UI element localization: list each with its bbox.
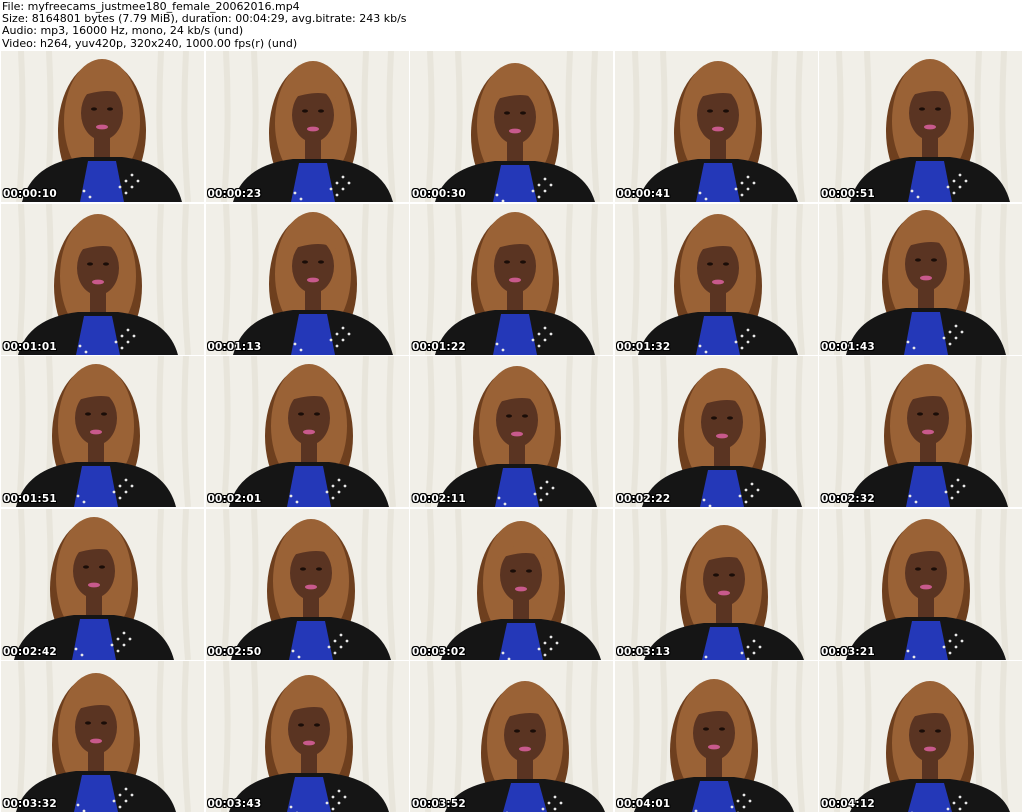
frame-image <box>615 661 818 812</box>
frame-timestamp: 00:02:50 <box>208 647 262 658</box>
frame-image <box>819 51 1022 202</box>
frame-timestamp: 00:01:43 <box>821 342 875 353</box>
frame-timestamp: 00:01:13 <box>208 342 262 353</box>
video-frame-thumbnail: 00:02:01 <box>206 356 409 507</box>
frame-image <box>615 356 818 507</box>
frame-timestamp: 00:01:22 <box>412 342 466 353</box>
frame-image <box>819 509 1022 660</box>
video-frame-thumbnail: 00:01:43 <box>819 204 1022 355</box>
video-frame-thumbnail: 00:00:41 <box>615 51 818 202</box>
frame-image <box>615 51 818 202</box>
file-info-header: File: myfreecams_justmee180_female_20062… <box>0 0 1024 50</box>
frame-image <box>1 509 204 660</box>
video-frame-thumbnail: 00:00:23 <box>206 51 409 202</box>
video-frame-thumbnail: 00:03:13 <box>615 509 818 660</box>
frame-timestamp: 00:03:21 <box>821 647 875 658</box>
frame-image <box>206 661 409 812</box>
frame-image <box>410 204 613 355</box>
frame-image <box>410 356 613 507</box>
video-frame-thumbnail: 00:00:51 <box>819 51 1022 202</box>
video-info-line: Video: h264, yuv420p, 320x240, 1000.00 f… <box>2 38 1024 50</box>
frame-timestamp: 00:02:32 <box>821 494 875 505</box>
video-frame-thumbnail: 00:01:13 <box>206 204 409 355</box>
frame-image <box>819 661 1022 812</box>
frame-image <box>615 509 818 660</box>
frame-image <box>206 509 409 660</box>
video-frame-thumbnail: 00:02:32 <box>819 356 1022 507</box>
frame-timestamp: 00:00:30 <box>412 189 466 200</box>
frame-image <box>206 51 409 202</box>
frame-timestamp: 00:00:23 <box>208 189 262 200</box>
video-frame-thumbnail: 00:03:02 <box>410 509 613 660</box>
frame-timestamp: 00:01:32 <box>617 342 671 353</box>
frame-timestamp: 00:01:51 <box>3 494 57 505</box>
frame-image <box>1 356 204 507</box>
frame-timestamp: 00:03:32 <box>3 799 57 810</box>
frame-timestamp: 00:01:01 <box>3 342 57 353</box>
video-frame-thumbnail: 00:02:42 <box>1 509 204 660</box>
frame-image <box>206 356 409 507</box>
frame-timestamp: 00:02:42 <box>3 647 57 658</box>
frame-image <box>410 509 613 660</box>
thumbnail-grid: 00:00:10 00:00:23 00:00:30 00:00:41 00:00:51… <box>1 51 1023 811</box>
video-frame-thumbnail: 00:00:10 <box>1 51 204 202</box>
frame-image <box>1 661 204 812</box>
frame-timestamp: 00:03:02 <box>412 647 466 658</box>
frame-image <box>206 204 409 355</box>
video-frame-thumbnail: 00:02:22 <box>615 356 818 507</box>
video-frame-thumbnail: 00:04:01 <box>615 661 818 812</box>
frame-timestamp: 00:02:11 <box>412 494 466 505</box>
video-frame-thumbnail: 00:03:43 <box>206 661 409 812</box>
frame-image <box>819 356 1022 507</box>
frame-image <box>819 204 1022 355</box>
video-frame-thumbnail: 00:01:32 <box>615 204 818 355</box>
frame-image <box>1 51 204 202</box>
video-frame-thumbnail: 00:03:52 <box>410 661 613 812</box>
video-frame-thumbnail: 00:02:11 <box>410 356 613 507</box>
frame-image <box>615 204 818 355</box>
frame-image <box>1 204 204 355</box>
video-frame-thumbnail: 00:02:50 <box>206 509 409 660</box>
frame-timestamp: 00:02:01 <box>208 494 262 505</box>
frame-timestamp: 00:02:22 <box>617 494 671 505</box>
frame-image <box>410 51 613 202</box>
frame-timestamp: 00:04:01 <box>617 799 671 810</box>
video-frame-thumbnail: 00:03:32 <box>1 661 204 812</box>
frame-image <box>410 661 613 812</box>
frame-timestamp: 00:03:13 <box>617 647 671 658</box>
frame-timestamp: 00:03:52 <box>412 799 466 810</box>
video-frame-thumbnail: 00:03:21 <box>819 509 1022 660</box>
frame-timestamp: 00:00:51 <box>821 189 875 200</box>
video-frame-thumbnail: 00:01:51 <box>1 356 204 507</box>
frame-timestamp: 00:00:10 <box>3 189 57 200</box>
video-frame-thumbnail: 00:04:12 <box>819 661 1022 812</box>
frame-timestamp: 00:00:41 <box>617 189 671 200</box>
video-frame-thumbnail: 00:01:01 <box>1 204 204 355</box>
video-frame-thumbnail: 00:01:22 <box>410 204 613 355</box>
frame-timestamp: 00:03:43 <box>208 799 262 810</box>
video-frame-thumbnail: 00:00:30 <box>410 51 613 202</box>
audio-info-line: Audio: mp3, 16000 Hz, mono, 24 kb/s (und… <box>2 25 1024 37</box>
frame-timestamp: 00:04:12 <box>821 799 875 810</box>
